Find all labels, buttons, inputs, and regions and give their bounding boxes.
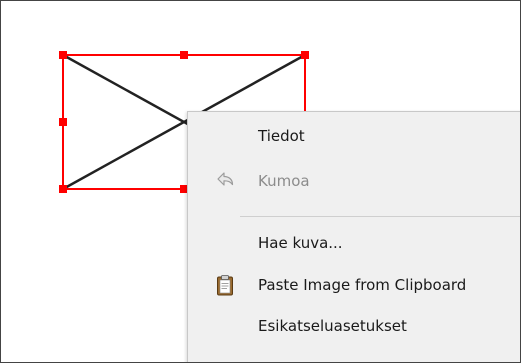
menu-item-label: Esikatseluasetukset bbox=[258, 317, 407, 335]
undo-icon bbox=[214, 170, 236, 192]
menu-item-tiedot[interactable]: Tiedot bbox=[188, 119, 520, 153]
menu-item-label: Kumoa bbox=[258, 172, 310, 190]
menu-separator bbox=[240, 216, 520, 217]
menu-item-label: Hae kuva... bbox=[258, 234, 343, 252]
image-canvas[interactable]: Tiedot Kumoa Hae kuva... Paste Image fro… bbox=[0, 0, 521, 363]
menu-item-label: Paste Image from Clipboard bbox=[258, 276, 467, 294]
menu-item-kumoa[interactable]: Kumoa bbox=[188, 164, 520, 198]
menu-item-esikatseluasetukset[interactable]: Esikatseluasetukset bbox=[188, 309, 520, 343]
resize-handle-bottom-left[interactable] bbox=[59, 185, 67, 193]
menu-item-paste-image[interactable]: Paste Image from Clipboard bbox=[188, 268, 520, 302]
menu-item-hae-kuva[interactable]: Hae kuva... bbox=[188, 226, 520, 260]
resize-handle-top-right[interactable] bbox=[301, 51, 309, 59]
resize-handle-top-center[interactable] bbox=[180, 51, 188, 59]
context-menu: Tiedot Kumoa Hae kuva... Paste Image fro… bbox=[187, 111, 520, 362]
menu-item-label: Tiedot bbox=[258, 127, 305, 145]
resize-handle-middle-left[interactable] bbox=[59, 118, 67, 126]
clipboard-icon bbox=[214, 274, 236, 296]
resize-handle-top-left[interactable] bbox=[59, 51, 67, 59]
